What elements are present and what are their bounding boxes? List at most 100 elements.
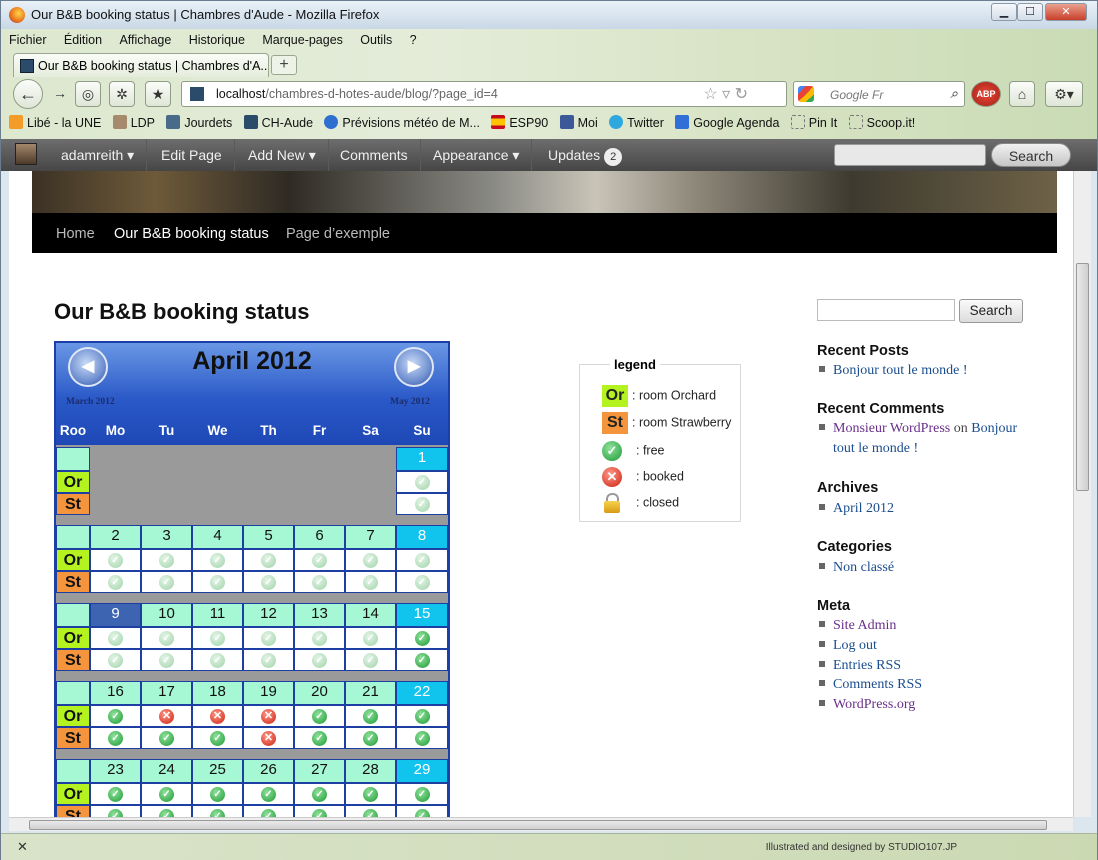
prev-month-label[interactable]: March 2012 [66, 397, 115, 407]
booking-cell-st[interactable]: ✓ [396, 805, 448, 817]
search-bar[interactable]: Google Fr ⌕ [793, 81, 965, 107]
booking-cell-st[interactable]: ✓ [396, 649, 448, 671]
booking-cell-st[interactable]: ✓ [90, 649, 141, 671]
booking-cell-st[interactable]: ✓ [90, 805, 141, 817]
menu-help[interactable]: ? [410, 33, 417, 47]
booking-cell-st[interactable]: ✓ [345, 727, 396, 749]
booking-cell-st[interactable]: ✓ [192, 649, 243, 671]
comment-author-link[interactable]: Monsieur WordPress [833, 421, 950, 436]
booking-cell-or[interactable]: ✓ [396, 783, 448, 805]
category-link[interactable]: Non classé [817, 558, 894, 578]
booking-cell-or[interactable]: ✓ [345, 705, 396, 727]
booking-cell-or[interactable]: ✓ [345, 549, 396, 571]
nav-booking-status[interactable]: Our B&B booking status [114, 213, 269, 255]
booking-cell-or[interactable]: ✓ [141, 549, 192, 571]
next-month-button[interactable]: ▶ [394, 347, 434, 387]
admin-user-menu[interactable]: adamreith ▾ [49, 139, 148, 171]
bookmark-ldp[interactable]: LDP [112, 115, 155, 130]
booking-cell-or[interactable]: ✓ [294, 627, 345, 649]
booking-cell-or[interactable]: ✓ [396, 471, 448, 493]
admin-search-input[interactable] [834, 144, 986, 166]
booking-cell-st[interactable]: ✓ [345, 805, 396, 817]
booking-cell-or[interactable]: ✓ [243, 783, 294, 805]
booking-cell-or[interactable]: ✓ [294, 783, 345, 805]
menu-historique[interactable]: Historique [189, 33, 245, 47]
booking-cell-st[interactable]: ✓ [396, 493, 448, 515]
booking-cell-st[interactable]: ✓ [345, 649, 396, 671]
menu-outils[interactable]: Outils [360, 33, 392, 47]
comments-link[interactable]: Comments [328, 139, 421, 171]
booking-cell-or[interactable]: ✕ [192, 705, 243, 727]
home-icon[interactable]: ⌂ [1009, 81, 1035, 107]
nav-home[interactable]: Home [56, 213, 95, 255]
meta-comments-rss[interactable]: Comments RSS [817, 675, 922, 695]
bookmark-jourdets[interactable]: Jourdets [166, 115, 232, 130]
bookmark-scoopit[interactable]: Scoop.it! [848, 115, 915, 130]
bookmark-esp90[interactable]: ESP90 [491, 115, 548, 130]
adblock-icon[interactable]: ABP [971, 81, 1001, 107]
booking-cell-st[interactable]: ✓ [141, 649, 192, 671]
booking-cell-or[interactable]: ✓ [396, 705, 448, 727]
booking-cell-st[interactable]: ✓ [192, 571, 243, 593]
booking-cell-or[interactable]: ✓ [90, 705, 141, 727]
menu-marque-pages[interactable]: Marque-pages [262, 33, 343, 47]
nav-page-exemple[interactable]: Page d’exemple [286, 213, 390, 255]
booking-cell-st[interactable]: ✓ [243, 805, 294, 817]
star-icon[interactable]: ☆ ▿ ↻ [703, 84, 748, 104]
booking-cell-or[interactable]: ✓ [90, 549, 141, 571]
meta-entries-rss[interactable]: Entries RSS [817, 656, 901, 676]
booking-cell-st[interactable]: ✓ [90, 727, 141, 749]
addon-icon[interactable]: ✲ [109, 81, 135, 107]
vertical-scroll-thumb[interactable] [1076, 263, 1089, 491]
tab-booking-status[interactable]: Our B&B booking status | Chambres d'A... [13, 53, 269, 77]
edit-page-link[interactable]: Edit Page [149, 139, 235, 171]
back-button[interactable]: ← [13, 79, 43, 109]
booking-cell-st[interactable]: ✓ [345, 571, 396, 593]
booking-cell-or[interactable]: ✓ [192, 783, 243, 805]
booking-cell-or[interactable]: ✓ [243, 549, 294, 571]
booking-cell-or[interactable]: ✓ [141, 783, 192, 805]
booking-cell-st[interactable]: ✓ [90, 571, 141, 593]
url-bar[interactable]: localhost/chambres-d-hotes-aude/blog/?pa… [181, 81, 787, 107]
meta-log-out[interactable]: Log out [817, 636, 877, 656]
reader-icon[interactable]: ◎ [75, 81, 101, 107]
booking-cell-or[interactable]: ✓ [294, 705, 345, 727]
booking-cell-st[interactable]: ✓ [294, 649, 345, 671]
updates-link[interactable]: Updates 2 [536, 139, 634, 171]
bookmark-ch-aude[interactable]: CH-Aude [243, 115, 313, 130]
booking-cell-or[interactable]: ✓ [345, 627, 396, 649]
archive-link[interactable]: April 2012 [817, 499, 894, 519]
minimize-button[interactable]: ▁ [991, 3, 1017, 21]
booking-cell-or[interactable]: ✓ [141, 627, 192, 649]
booking-cell-or[interactable]: ✓ [294, 549, 345, 571]
booking-cell-st[interactable]: ✓ [396, 571, 448, 593]
bookmark-star-icon[interactable]: ★ [145, 81, 171, 107]
booking-cell-or[interactable]: ✓ [345, 783, 396, 805]
add-new-menu[interactable]: Add New ▾ [236, 139, 329, 171]
bookmark-pin-it[interactable]: Pin It [790, 115, 837, 130]
booking-cell-or[interactable]: ✓ [396, 627, 448, 649]
booking-cell-or[interactable]: ✓ [90, 627, 141, 649]
next-month-label[interactable]: May 2012 [390, 397, 430, 407]
booking-cell-st[interactable]: ✓ [294, 805, 345, 817]
tools-icon[interactable]: ⚙▾ [1045, 81, 1083, 107]
booking-cell-st[interactable]: ✓ [294, 571, 345, 593]
bookmark-twitter[interactable]: Twitter [609, 115, 664, 130]
menu-affichage[interactable]: Affichage [119, 33, 171, 47]
new-tab-button[interactable]: + [271, 55, 297, 75]
recent-post-link[interactable]: Bonjour tout le monde ! [817, 361, 968, 381]
appearance-menu[interactable]: Appearance ▾ [421, 139, 533, 171]
vertical-scrollbar[interactable] [1073, 171, 1091, 817]
booking-cell-or[interactable]: ✓ [192, 627, 243, 649]
booking-cell-st[interactable]: ✓ [243, 649, 294, 671]
booking-cell-st[interactable]: ✓ [243, 571, 294, 593]
booking-cell-st[interactable]: ✓ [141, 805, 192, 817]
booking-cell-or[interactable]: ✓ [192, 549, 243, 571]
close-button[interactable]: ✕ [1045, 3, 1087, 21]
meta-site-admin[interactable]: Site Admin [817, 616, 896, 636]
booking-cell-st[interactable]: ✓ [192, 805, 243, 817]
maximize-button[interactable]: ☐ [1017, 3, 1043, 21]
horizontal-scroll-thumb[interactable] [29, 820, 1047, 830]
booking-cell-or[interactable]: ✓ [396, 549, 448, 571]
admin-search-button[interactable]: Search [991, 143, 1071, 167]
